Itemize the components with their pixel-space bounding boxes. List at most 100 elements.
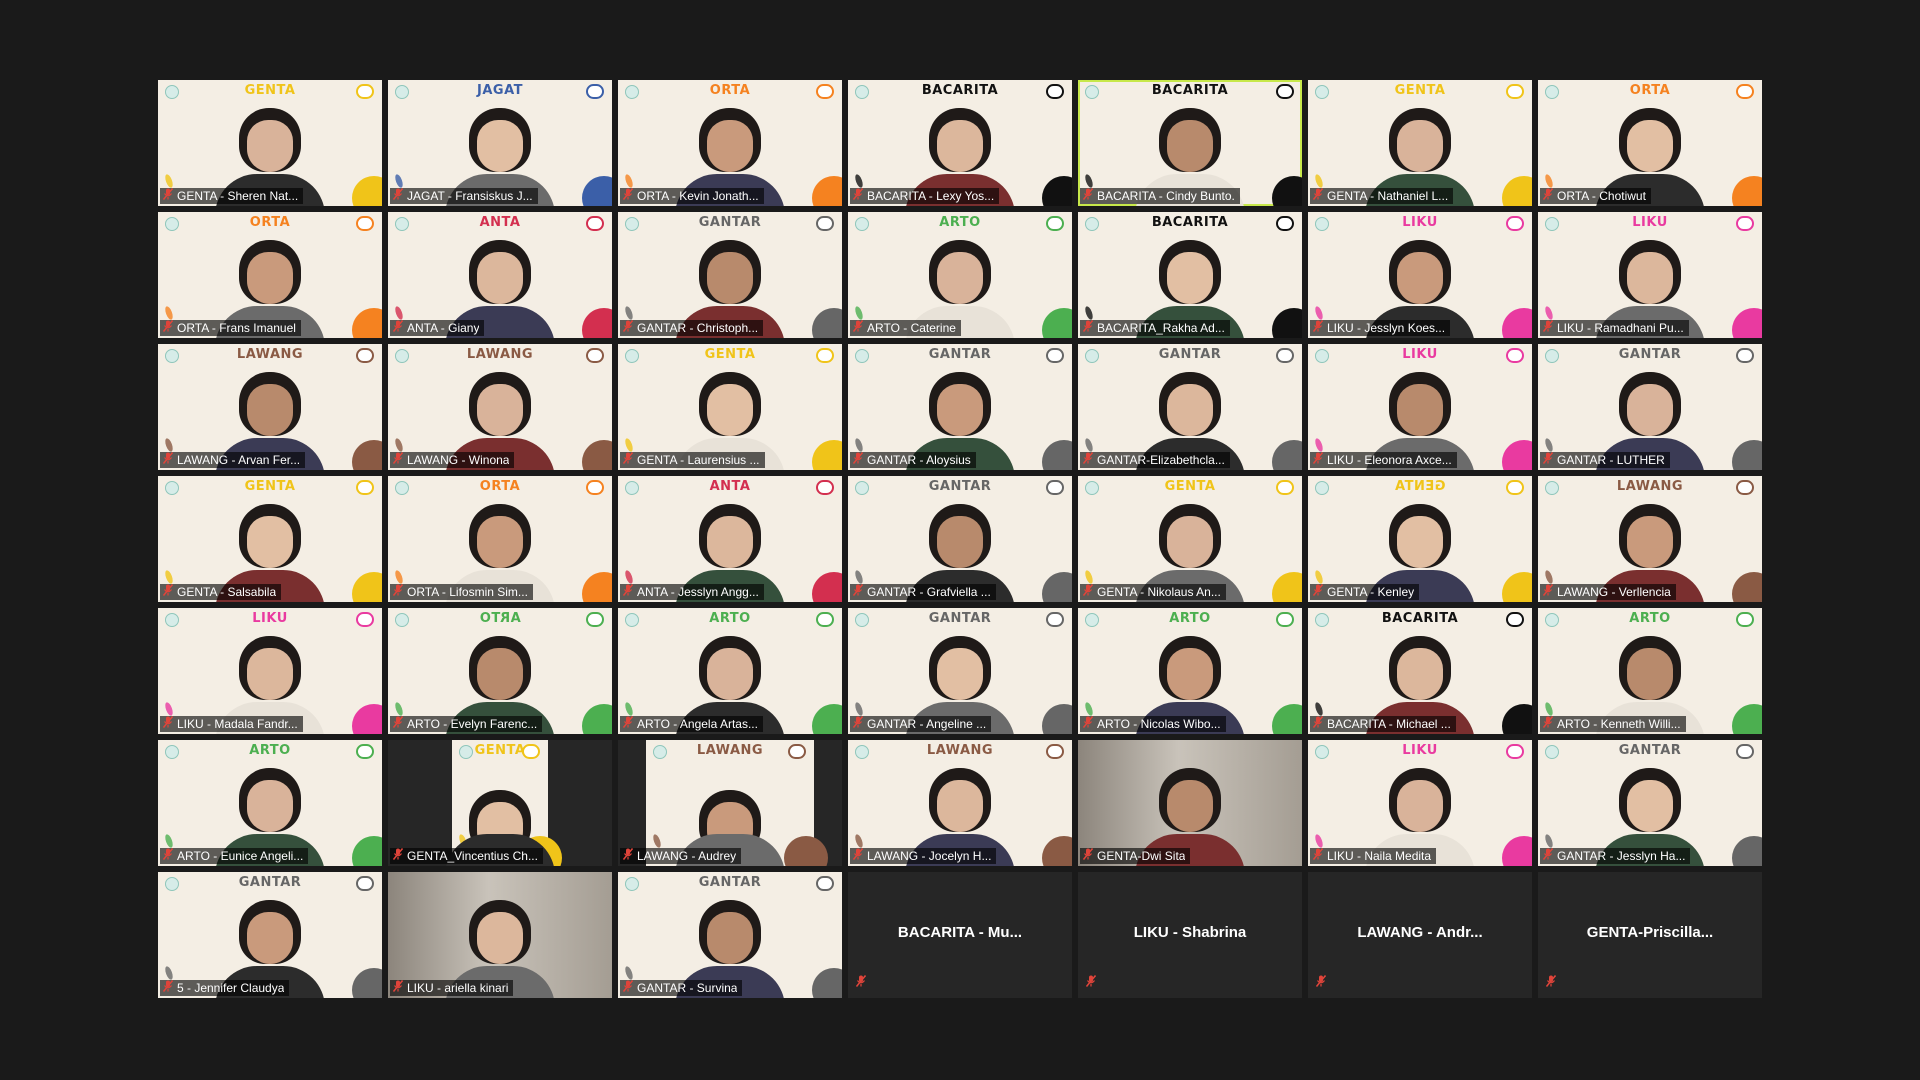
participant-tile[interactable]: GENTA-Dwi Sita bbox=[1078, 740, 1302, 866]
participant-tile[interactable]: GENTA GENTA_Vincentius Ch... bbox=[388, 740, 612, 866]
participant-tile[interactable]: LIKU LIKU - Naila Medita bbox=[1308, 740, 1532, 866]
participant-tile[interactable]: GENTA GENTA - Sheren Nat... bbox=[158, 80, 382, 206]
muted-mic-icon bbox=[623, 188, 633, 204]
participant-tile[interactable]: LAWANG LAWANG - Verllencia bbox=[1538, 476, 1762, 602]
participant-tile[interactable]: LIKU - Shabrina bbox=[1078, 872, 1302, 998]
muted-mic-icon bbox=[1313, 188, 1323, 204]
participant-tile[interactable]: ORTA ORTA - Lifosmin Sim... bbox=[388, 476, 612, 602]
frame-corner-shape bbox=[352, 836, 382, 866]
participant-tile[interactable]: GENTA GENTA - Salsabila bbox=[158, 476, 382, 602]
frame-leaf-shape bbox=[853, 173, 865, 189]
participant-tile[interactable]: GANTAR GANTAR - Jesslyn Ha... bbox=[1538, 740, 1762, 866]
participant-tile[interactable]: LIKU - ariella kinari bbox=[388, 872, 612, 998]
participant-tile[interactable]: GANTAR GANTAR - Angeline ... bbox=[848, 608, 1072, 734]
house-badge-icon bbox=[1506, 744, 1524, 759]
house-badge-icon bbox=[1506, 480, 1524, 495]
participant-tile[interactable]: GENTA-Priscilla... bbox=[1538, 872, 1762, 998]
participant-tile[interactable]: JAGAT JAGAT - Fransiskus J... bbox=[388, 80, 612, 206]
participant-tile[interactable]: ORTA ORTA - Frans Imanuel bbox=[158, 212, 382, 338]
participant-name-label: ORTA - Frans Imanuel bbox=[160, 320, 301, 336]
muted-mic-icon bbox=[1083, 716, 1093, 732]
participant-tile[interactable]: ARTO ARTO - Eunice Angeli... bbox=[158, 740, 382, 866]
participant-tile[interactable]: GANTAR GANTAR - LUTHER bbox=[1538, 344, 1762, 470]
house-badge-icon bbox=[1046, 744, 1064, 759]
participant-tile[interactable]: LIKU LIKU - Eleonora Axce... bbox=[1308, 344, 1532, 470]
participant-tile[interactable]: GANTAR GANTAR-Elizabethcla... bbox=[1078, 344, 1302, 470]
frame-leaf-shape bbox=[1313, 701, 1325, 717]
muted-mic-icon bbox=[853, 584, 863, 600]
face-shape bbox=[1167, 648, 1213, 700]
participant-name-label: GENTA - Laurensius ... bbox=[620, 452, 765, 468]
frame-corner-shape bbox=[812, 968, 842, 998]
participant-tile[interactable]: ANTA ANTA - Jesslyn Angg... bbox=[618, 476, 842, 602]
muted-mic-icon bbox=[1313, 716, 1323, 732]
participant-tile[interactable]: GENTA GENTA - Nikolaus An... bbox=[1078, 476, 1302, 602]
participant-tile[interactable]: LAWANG LAWANG - Jocelyn H... bbox=[848, 740, 1072, 866]
participant-name: ORTA - Lifosmin Sim... bbox=[407, 585, 528, 599]
participant-name: ARTO - Eunice Angeli... bbox=[177, 849, 304, 863]
house-badge-icon bbox=[788, 744, 806, 759]
muted-mic-icon bbox=[163, 452, 173, 468]
participant-name-label: LIKU - Naila Medita bbox=[1310, 848, 1437, 864]
participant-tile[interactable]: GANTAR GANTAR - Survina bbox=[618, 872, 842, 998]
participant-name: LIKU - Naila Medita bbox=[1327, 849, 1432, 863]
frame-corner-shape bbox=[352, 176, 382, 206]
frame-corner-shape bbox=[352, 704, 382, 734]
face-shape bbox=[937, 648, 983, 700]
frame-leaf-shape bbox=[623, 173, 635, 189]
muted-mic-icon bbox=[393, 188, 403, 204]
frame-corner-shape bbox=[1272, 704, 1302, 734]
participant-tile[interactable]: ARTO ARTO - Nicolas Wibo... bbox=[1078, 608, 1302, 734]
participant-tile[interactable]: LAWANG LAWANG - Arvan Fer... bbox=[158, 344, 382, 470]
participant-name: LIKU - Madala Fandr... bbox=[177, 717, 298, 731]
muted-mic-icon bbox=[163, 848, 173, 864]
participant-name-label: GANTAR - Jesslyn Ha... bbox=[1540, 848, 1691, 864]
frame-leaf-shape bbox=[393, 437, 405, 453]
participant-tile[interactable]: BACARITA BACARITA - Cindy Bunto... bbox=[1078, 80, 1302, 206]
participant-tile[interactable]: GANTAR GANTAR - Christoph... bbox=[618, 212, 842, 338]
participant-name: GANTAR - Survina bbox=[637, 981, 738, 995]
muted-mic-icon bbox=[163, 320, 173, 336]
participant-tile[interactable]: LAWANG - Andr... bbox=[1308, 872, 1532, 998]
frame-leaf-shape bbox=[163, 833, 175, 849]
participant-tile[interactable]: LIKU LIKU - Jesslyn Koes... bbox=[1308, 212, 1532, 338]
participant-tile[interactable]: BACARITA BACARITA - Michael ... bbox=[1308, 608, 1532, 734]
participant-tile[interactable]: GANTAR GANTAR - Aloysius bbox=[848, 344, 1072, 470]
participant-name: GENTA - Salsabila bbox=[177, 585, 277, 599]
participant-tile[interactable]: ARTO ARTO - Evelyn Farenc... bbox=[388, 608, 612, 734]
participant-tile[interactable]: GENTA GENTA - Kenley bbox=[1308, 476, 1532, 602]
house-badge-icon bbox=[1736, 612, 1754, 627]
participant-tile[interactable]: ORTA ORTA - Kevin Jonath... bbox=[618, 80, 842, 206]
participant-name: LIKU - ariella kinari bbox=[407, 981, 509, 995]
participant-tile[interactable]: ORTA ORTA - Chotiwut bbox=[1538, 80, 1762, 206]
muted-mic-icon bbox=[853, 188, 863, 204]
face-shape bbox=[477, 912, 523, 964]
house-badge-icon bbox=[356, 612, 374, 627]
face-shape bbox=[1397, 780, 1443, 832]
participant-tile[interactable]: GENTA GENTA - Laurensius ... bbox=[618, 344, 842, 470]
participant-tile[interactable]: ANTA ANTA - Giany bbox=[388, 212, 612, 338]
frame-corner-shape bbox=[1042, 176, 1072, 206]
participant-tile[interactable]: LIKU LIKU - Madala Fandr... bbox=[158, 608, 382, 734]
participant-tile[interactable]: BACARITA - Mu... bbox=[848, 872, 1072, 998]
participant-name: GENTA-Priscilla... bbox=[1586, 924, 1714, 941]
participant-tile[interactable]: BACARITA BACARITA_Rakha Ad... bbox=[1078, 212, 1302, 338]
muted-mic-icon bbox=[853, 452, 863, 468]
participant-tile[interactable]: ARTO ARTO - Kenneth Willi... bbox=[1538, 608, 1762, 734]
house-badge-icon bbox=[816, 216, 834, 231]
face-shape bbox=[477, 384, 523, 436]
muted-mic-icon bbox=[1083, 452, 1093, 468]
participant-tile[interactable]: LAWANG LAWANG - Audrey bbox=[618, 740, 842, 866]
participant-tile[interactable]: LIKU LIKU - Ramadhani Pu... bbox=[1538, 212, 1762, 338]
participant-tile[interactable]: BACARITA BACARITA - Lexy Yos... bbox=[848, 80, 1072, 206]
participant-tile[interactable]: GANTAR 5 - Jennifer Claudya bbox=[158, 872, 382, 998]
participant-name-label: GENTA - Kenley bbox=[1310, 584, 1420, 600]
participant-tile[interactable]: ARTO ARTO - Angela Artas... bbox=[618, 608, 842, 734]
participant-tile[interactable]: LAWANG LAWANG - Winona bbox=[388, 344, 612, 470]
participant-tile[interactable]: GENTA GENTA - Nathaniel L... bbox=[1308, 80, 1532, 206]
frame-corner-shape bbox=[352, 308, 382, 338]
participant-tile[interactable]: ARTO ARTO - Caterine bbox=[848, 212, 1072, 338]
participant-name: ORTA - Chotiwut bbox=[1557, 189, 1646, 203]
frame-corner-shape bbox=[1272, 308, 1302, 338]
participant-tile[interactable]: GANTAR GANTAR - Grafviella ... bbox=[848, 476, 1072, 602]
